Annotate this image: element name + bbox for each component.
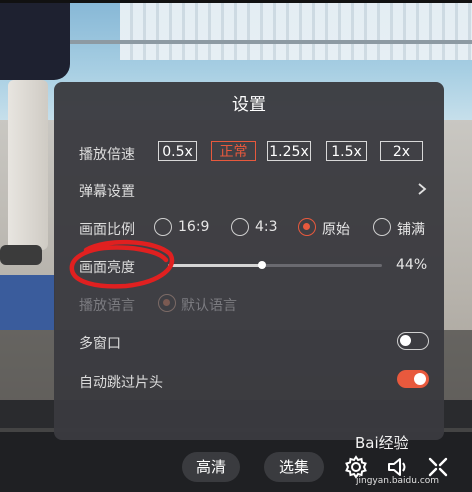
brightness-value: 44%	[396, 257, 428, 273]
watermark-logo: Bai经验	[355, 434, 409, 452]
video-person-legs	[8, 80, 48, 250]
aspect-label-fill[interactable]: 铺满	[397, 219, 425, 239]
video-top-edge	[0, 0, 472, 3]
skip-intro-label: 自动跳过片头	[79, 375, 163, 391]
language-radio-default	[158, 294, 176, 312]
speed-label: 播放倍速	[79, 147, 135, 163]
video-blue-mat	[0, 275, 55, 330]
multi-window-label: 多窗口	[79, 336, 121, 352]
toggle-knob	[414, 373, 426, 385]
quality-button[interactable]: 高清	[182, 452, 240, 482]
video-person-shoe	[0, 245, 42, 265]
language-label: 播放语言	[79, 298, 135, 314]
aspect-label-4-3[interactable]: 4:3	[255, 219, 278, 235]
aspect-radio-fill[interactable]	[373, 218, 391, 236]
video-railing	[60, 40, 472, 44]
settings-panel: 设置 播放倍速 0.5x 正常 1.25x 1.5x 2x 弹幕设置 画面比例 …	[54, 82, 444, 440]
multi-window-toggle[interactable]	[397, 332, 429, 350]
watermark-url: jingyan.baidu.com	[356, 476, 440, 486]
brightness-label: 画面亮度	[79, 260, 135, 276]
video-person-jacket	[0, 0, 70, 80]
aspect-label-16-9[interactable]: 16:9	[178, 219, 209, 235]
video-building	[120, 0, 472, 60]
speed-option-normal[interactable]: 正常	[211, 141, 256, 161]
language-option-default: 默认语言	[181, 298, 237, 314]
episodes-button[interactable]: 选集	[264, 452, 324, 482]
danmaku-settings-link[interactable]: 弹幕设置	[79, 181, 135, 201]
speed-option-0.5x[interactable]: 0.5x	[158, 141, 197, 161]
chevron-right-icon[interactable]	[416, 182, 428, 196]
panel-title: 设置	[232, 95, 266, 115]
aspect-label-original[interactable]: 原始	[322, 219, 350, 239]
brightness-slider-knob[interactable]	[258, 261, 267, 269]
toggle-knob	[400, 335, 411, 346]
skip-intro-toggle[interactable]	[397, 370, 429, 388]
brightness-slider[interactable]	[168, 261, 382, 269]
speed-option-1.5x[interactable]: 1.5x	[326, 141, 367, 161]
aspect-radio-16-9[interactable]	[154, 218, 172, 236]
brightness-slider-fill	[168, 264, 263, 267]
speed-option-1.25x[interactable]: 1.25x	[267, 141, 311, 161]
aspect-radio-original[interactable]	[298, 218, 316, 236]
speed-option-2x[interactable]: 2x	[380, 141, 423, 161]
aspect-ratio-label: 画面比例	[79, 222, 135, 238]
aspect-radio-4-3[interactable]	[231, 218, 249, 236]
